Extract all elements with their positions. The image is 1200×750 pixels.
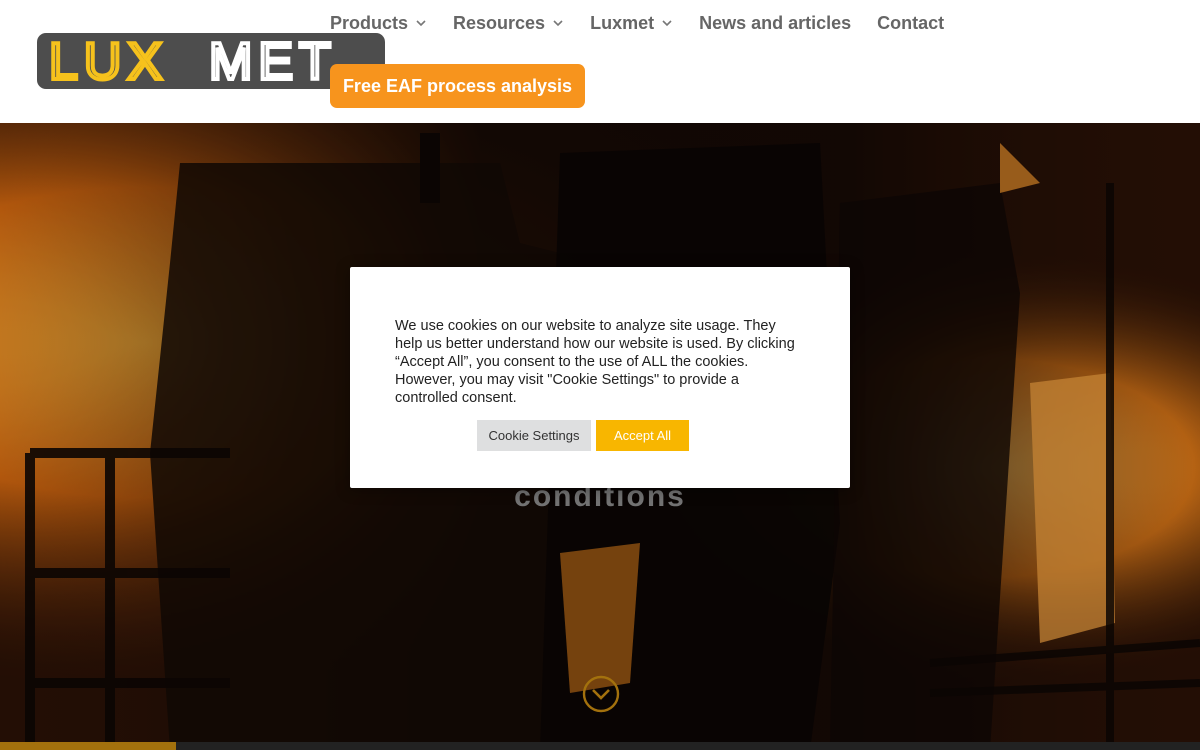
main-nav: Products Resources Luxmet News and artic… — [330, 8, 970, 38]
nav-item-label: Products — [330, 12, 409, 33]
nav-item-news[interactable]: News and articles — [699, 13, 851, 34]
nav-item-resources[interactable]: Resources — [453, 13, 564, 34]
cookie-message: We use cookies on our website to analyze… — [395, 318, 795, 406]
nav-item-contact[interactable]: Contact — [877, 13, 944, 34]
nav-item-label: Resources — [453, 12, 546, 33]
chevron-down-icon — [661, 17, 673, 29]
nav-item-label: News and articles — [699, 12, 852, 33]
nav-item-products[interactable]: Products — [330, 13, 427, 34]
accept-all-button[interactable]: Accept All — [596, 420, 689, 451]
free-eaf-analysis-button[interactable]: Free EAF process analysis — [330, 64, 585, 108]
chevron-down-icon — [552, 17, 564, 29]
nav-item-label: Contact — [877, 12, 945, 33]
cookie-consent-dialog: We use cookies on our website to analyze… — [350, 267, 850, 488]
cookie-settings-button[interactable]: Cookie Settings — [477, 420, 591, 451]
nav-item-label: Luxmet — [590, 12, 655, 33]
logo-text-met: MET — [209, 33, 337, 89]
site-header: LUX MET Products Resources Luxmet News a… — [0, 0, 1200, 123]
logo-text-lux: LUX — [49, 33, 168, 89]
nav-item-luxmet[interactable]: Luxmet — [590, 13, 673, 34]
chevron-down-icon — [415, 17, 427, 29]
